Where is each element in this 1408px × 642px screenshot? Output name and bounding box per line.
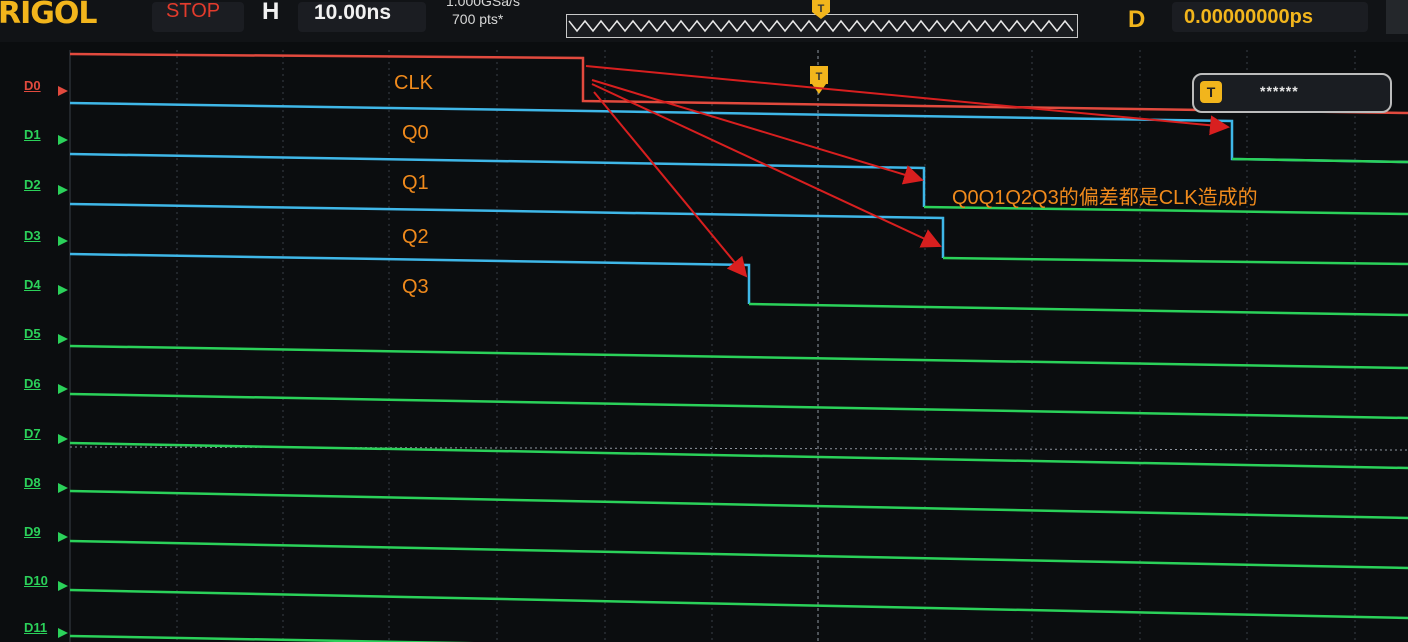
channel-label-d10[interactable]: D10 — [24, 573, 48, 588]
channel-marker-d10 — [58, 581, 68, 591]
trace-d7 — [69, 441, 1408, 470]
trace-d11 — [69, 634, 475, 642]
graticule — [69, 50, 1408, 642]
trigger-marker-letter: T — [816, 71, 823, 83]
channel-label-d3[interactable]: D3 — [24, 228, 41, 243]
channel-marker-d1 — [58, 135, 68, 145]
trigger-search-box[interactable]: T ****** — [1192, 73, 1392, 113]
channel-marker-d9 — [58, 532, 68, 542]
trace-d9 — [69, 539, 1408, 570]
channel-marker-d8 — [58, 483, 68, 493]
arrow-to-q0 — [585, 65, 1230, 136]
trace-d1-low — [1231, 157, 1408, 164]
channel-marker-d5 — [58, 334, 68, 344]
low-traces — [69, 344, 1408, 642]
channel-label-d5[interactable]: D5 — [24, 326, 41, 341]
trace-d2 — [69, 152, 926, 207]
annotation-q0: Q0 — [402, 122, 429, 144]
channel-marker-d0 — [58, 86, 68, 96]
channel-label-d2[interactable]: D2 — [24, 177, 41, 192]
trace-d3-low — [942, 256, 1408, 266]
skew-arrows — [585, 65, 1230, 278]
trace-d6 — [69, 392, 1408, 420]
channel-label-d8[interactable]: D8 — [24, 475, 41, 490]
annotation-skew-note: Q0Q1Q2Q3的偏差都是CLK造成的 — [952, 187, 1258, 209]
channel-marker-d11 — [58, 628, 68, 638]
channel-label-d9[interactable]: D9 — [24, 524, 41, 539]
channel-label-d7[interactable]: D7 — [24, 426, 41, 441]
annotation-q3: Q3 — [402, 276, 429, 298]
trigger-search-value: ****** — [1260, 83, 1299, 99]
trigger-marker-icon: T — [810, 66, 828, 94]
annotation-q1: Q1 — [402, 172, 429, 194]
trace-d10 — [69, 588, 1408, 620]
trace-d3 — [69, 202, 945, 258]
annotation-clk: CLK — [394, 72, 433, 94]
channel-marker-d7 — [58, 434, 68, 444]
annotation-q2: Q2 — [402, 226, 429, 248]
channel-label-d4[interactable]: D4 — [24, 277, 41, 292]
arrow-to-q2 — [591, 83, 942, 248]
channel-marker-d6 — [58, 384, 68, 394]
channel-label-d6[interactable]: D6 — [24, 376, 41, 391]
channel-marker-d2 — [58, 185, 68, 195]
channel-marker-d3 — [58, 236, 68, 246]
trace-d5 — [69, 344, 1408, 370]
channel-label-d0[interactable]: D0 — [24, 78, 41, 93]
channel-label-d11[interactable]: D11 — [24, 620, 47, 635]
channel-marker-d4 — [58, 285, 68, 295]
channel-label-d1[interactable]: D1 — [24, 127, 41, 142]
trace-d4-low — [748, 302, 1408, 317]
trigger-status-icon: T — [1200, 81, 1222, 103]
trace-d8 — [69, 489, 1408, 520]
